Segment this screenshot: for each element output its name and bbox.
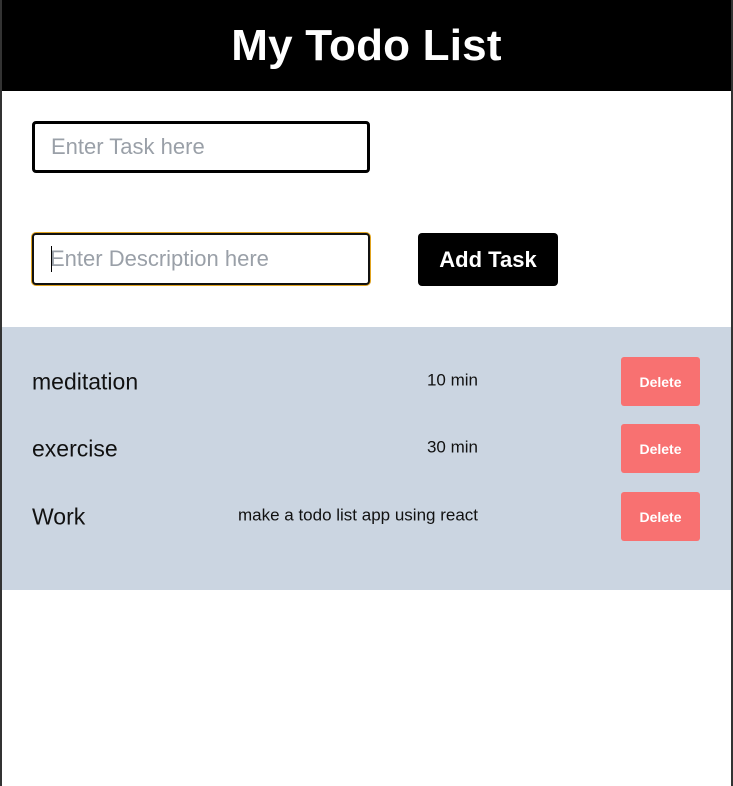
delete-button[interactable]: Delete [621, 357, 700, 406]
todo-description: 30 min [426, 437, 478, 457]
todo-list: meditation 10 min Delete exercise 30 min… [2, 327, 731, 590]
add-task-button[interactable]: Add Task [418, 233, 558, 286]
app-window: My Todo List Add Task meditation 10 min … [0, 0, 733, 786]
list-item: Work make a todo list app using react De… [2, 492, 731, 542]
list-item: exercise 30 min Delete [2, 424, 731, 474]
page-title: My Todo List [231, 20, 502, 70]
list-item: meditation 10 min Delete [2, 357, 731, 407]
app-header: My Todo List [2, 0, 731, 91]
delete-button[interactable]: Delete [621, 492, 700, 541]
todo-description: 10 min [426, 370, 478, 390]
delete-button[interactable]: Delete [621, 424, 700, 473]
text-cursor [51, 246, 52, 272]
todo-name: Work [32, 503, 86, 530]
todo-name: meditation [32, 368, 139, 395]
task-input[interactable] [32, 121, 370, 173]
description-input[interactable] [32, 233, 370, 285]
todo-name: exercise [32, 435, 118, 462]
todo-description: make a todo list app using react [237, 505, 478, 525]
